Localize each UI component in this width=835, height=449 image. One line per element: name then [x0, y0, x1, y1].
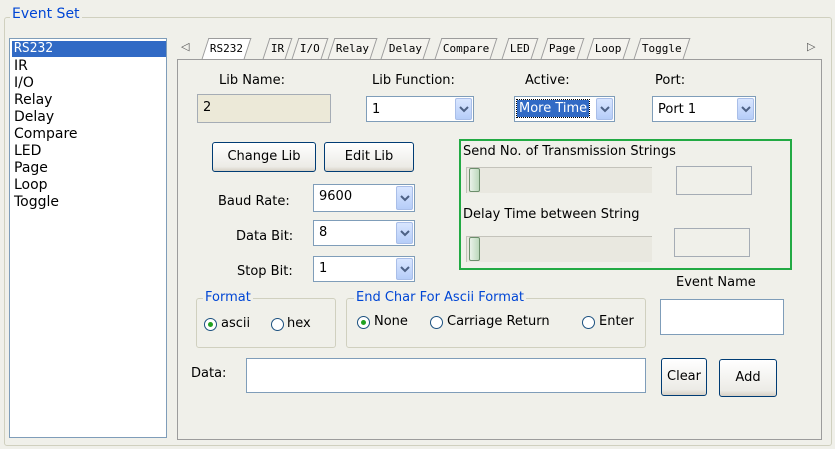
- lib-function-label: Lib Function:: [372, 73, 455, 88]
- end-char-carriage-return-radio[interactable]: [430, 316, 443, 329]
- data-label: Data:: [191, 366, 227, 381]
- list-item-ir[interactable]: IR: [12, 58, 28, 74]
- lib-name-field[interactable]: 2: [197, 94, 331, 123]
- baud-rate-label: Baud Rate:: [218, 194, 290, 209]
- format-group: [196, 298, 336, 348]
- format-ascii-radio[interactable]: [204, 318, 217, 331]
- lib-function-select[interactable]: 1: [366, 96, 474, 122]
- tab-compare[interactable]: Compare: [434, 38, 498, 59]
- end-char-none-radio[interactable]: [357, 316, 370, 329]
- tab-ir[interactable]: IR: [262, 38, 293, 59]
- port-value: Port 1: [658, 102, 697, 117]
- lib-function-value: 1: [372, 102, 381, 117]
- edit-lib-button[interactable]: Edit Lib: [324, 142, 414, 172]
- tab-led-label: LED: [509, 42, 530, 55]
- delay-between-string-slider[interactable]: [466, 236, 652, 262]
- stop-bit-select[interactable]: 1: [313, 256, 415, 282]
- send-transmission-slider-thumb[interactable]: [469, 168, 480, 192]
- send-transmission-slider[interactable]: [466, 167, 652, 193]
- format-hex-radio[interactable]: [271, 318, 284, 331]
- tab-rs232[interactable]: RS232: [201, 38, 252, 59]
- active-value: More Time: [515, 99, 591, 118]
- tab-scroll-right-icon[interactable]: ▷: [807, 40, 815, 53]
- list-item-page[interactable]: Page: [12, 160, 48, 176]
- delay-between-string-label: Delay Time between String: [463, 207, 640, 222]
- tab-delay[interactable]: Delay: [380, 38, 431, 59]
- send-transmission-label: Send No. of Transmission Strings: [463, 144, 676, 159]
- port-label: Port:: [655, 73, 686, 88]
- tab-toggle-label: Toggle: [641, 42, 682, 55]
- event-type-list[interactable]: RS232 IR I/O Relay Delay Compare LED Pag…: [9, 38, 167, 438]
- add-button[interactable]: Add: [719, 359, 777, 397]
- tab-io-label: I/O: [299, 42, 320, 55]
- event-name-label: Event Name: [676, 275, 756, 290]
- list-item-rs232[interactable]: RS232: [12, 41, 166, 57]
- format-hex-label[interactable]: hex: [287, 316, 311, 331]
- tab-scroll-left-icon[interactable]: ◁: [181, 40, 189, 53]
- format-ascii-label[interactable]: ascii: [221, 316, 250, 331]
- list-item-delay[interactable]: Delay: [12, 109, 54, 125]
- delay-between-string-value[interactable]: [674, 228, 750, 257]
- list-item-io[interactable]: I/O: [12, 75, 34, 91]
- end-char-enter-radio[interactable]: [582, 316, 595, 329]
- send-transmission-value[interactable]: [676, 166, 752, 195]
- baud-rate-value: 9600: [319, 189, 353, 204]
- tab-ir-label: IR: [270, 42, 285, 55]
- port-select[interactable]: Port 1: [652, 96, 756, 122]
- event-set-title: Event Set: [10, 6, 82, 22]
- baud-rate-select[interactable]: 9600: [313, 184, 415, 212]
- tab-page[interactable]: Page: [540, 38, 584, 59]
- tab-relay-label: Relay: [335, 42, 369, 55]
- lib-name-label: Lib Name:: [219, 73, 285, 88]
- tab-relay[interactable]: Relay: [327, 38, 378, 59]
- chevron-down-icon[interactable]: [455, 98, 472, 120]
- end-char-none-label[interactable]: None: [374, 314, 408, 329]
- chevron-down-icon[interactable]: [596, 98, 613, 120]
- tab-compare-label: Compare: [442, 42, 490, 55]
- stop-bit-label: Stop Bit:: [237, 264, 293, 279]
- chevron-down-icon[interactable]: [737, 98, 754, 120]
- data-bit-select[interactable]: 8: [313, 220, 415, 246]
- tab-loop-label: Loop: [594, 42, 622, 55]
- event-name-input[interactable]: [660, 299, 784, 335]
- tab-loop[interactable]: Loop: [586, 38, 630, 59]
- end-char-enter-label[interactable]: Enter: [599, 314, 634, 329]
- delay-between-string-slider-thumb[interactable]: [469, 237, 480, 261]
- data-input[interactable]: [246, 358, 646, 393]
- stop-bit-value: 1: [319, 261, 328, 276]
- tab-io[interactable]: I/O: [291, 38, 329, 59]
- data-bit-value: 8: [319, 225, 328, 240]
- end-char-title: End Char For Ascii Format: [354, 290, 527, 305]
- list-item-toggle[interactable]: Toggle: [12, 194, 59, 210]
- tab-toggle[interactable]: Toggle: [633, 38, 691, 59]
- tab-rs232-label: RS232: [209, 42, 243, 55]
- tab-page-label: Page: [548, 42, 576, 55]
- chevron-down-icon[interactable]: [396, 222, 413, 244]
- list-item-loop[interactable]: Loop: [12, 177, 48, 193]
- active-select[interactable]: More Time: [514, 96, 615, 122]
- tab-led[interactable]: LED: [501, 38, 539, 59]
- list-item-led[interactable]: LED: [12, 143, 41, 159]
- tab-strip: ◁ RS232 IR I/O Relay Delay Compare LED P…: [179, 38, 819, 60]
- change-lib-button[interactable]: Change Lib: [212, 142, 316, 172]
- tab-delay-label: Delay: [388, 42, 422, 55]
- end-char-carriage-return-label[interactable]: Carriage Return: [447, 314, 550, 329]
- list-item-relay[interactable]: Relay: [12, 92, 52, 108]
- chevron-down-icon[interactable]: [396, 258, 413, 280]
- chevron-down-icon[interactable]: [396, 186, 413, 210]
- list-item-compare[interactable]: Compare: [12, 126, 78, 142]
- format-title: Format: [203, 290, 253, 305]
- data-bit-label: Data Bit:: [236, 229, 294, 244]
- active-label: Active:: [525, 73, 570, 88]
- clear-button[interactable]: Clear: [661, 358, 707, 396]
